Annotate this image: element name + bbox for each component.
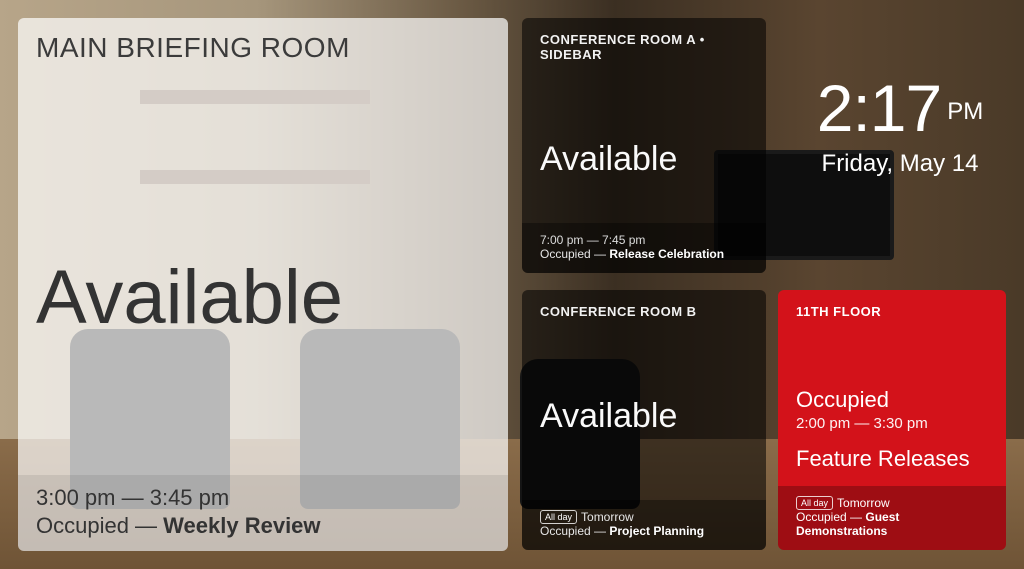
next-event-title: Weekly Review	[163, 513, 320, 538]
room-status: Available	[540, 140, 748, 179]
room-card-main[interactable]: MAIN BRIEFING ROOM Available 3:00 pm — 3…	[18, 18, 508, 551]
next-event-prefix: Occupied —	[540, 247, 609, 261]
allday-badge: All day	[540, 510, 577, 524]
room-next-event: 7:00 pm — 7:45 pm Occupied — Release Cel…	[522, 223, 766, 273]
current-event-time: 2:00 pm — 3:30 pm	[796, 415, 988, 432]
room-next-event: 3:00 pm — 3:45 pm Occupied — Weekly Revi…	[18, 475, 508, 551]
next-event-time: Tomorrow	[837, 496, 890, 510]
next-event-time: Tomorrow	[581, 510, 634, 524]
current-event-title: Feature Releases	[796, 446, 988, 472]
clock-date: Friday, May 14	[790, 150, 1010, 178]
next-event-title: Release Celebration	[609, 247, 724, 261]
room-next-event: All day Tomorrow Occupied — Project Plann…	[522, 500, 766, 550]
room-status: Available	[540, 397, 748, 436]
clock-ampm: PM	[947, 98, 983, 125]
next-event-title: Project Planning	[609, 524, 704, 538]
room-name: CONFERENCE ROOM B	[540, 304, 748, 319]
next-event-prefix: Occupied —	[540, 524, 609, 538]
room-card-conf-b[interactable]: CONFERENCE ROOM B Available All day Tomor…	[522, 290, 766, 550]
room-status: Available	[36, 254, 490, 341]
room-name: MAIN BRIEFING ROOM	[36, 32, 490, 64]
room-card-11th-floor[interactable]: 11TH FLOOR Occupied 2:00 pm — 3:30 pm Fe…	[778, 290, 1006, 550]
next-event-prefix: Occupied —	[796, 510, 865, 524]
room-card-conf-a[interactable]: CONFERENCE ROOM A • SIDEBAR Available 7:…	[522, 18, 766, 273]
allday-badge: All day	[796, 496, 833, 510]
clock-time: 2:17	[817, 70, 941, 146]
room-name: 11TH FLOOR	[796, 304, 988, 319]
room-status: Occupied	[796, 387, 988, 413]
room-name: CONFERENCE ROOM A • SIDEBAR	[540, 32, 748, 62]
room-next-event: All dayTomorrow Occupied — Guest Demonst…	[778, 486, 1006, 550]
next-event-time: 3:00 pm — 3:45 pm	[36, 485, 490, 511]
next-event-time: 7:00 pm — 7:45 pm	[540, 233, 748, 247]
next-event-prefix: Occupied —	[36, 513, 163, 538]
clock: 2:17PM Friday, May 14	[790, 70, 1010, 178]
